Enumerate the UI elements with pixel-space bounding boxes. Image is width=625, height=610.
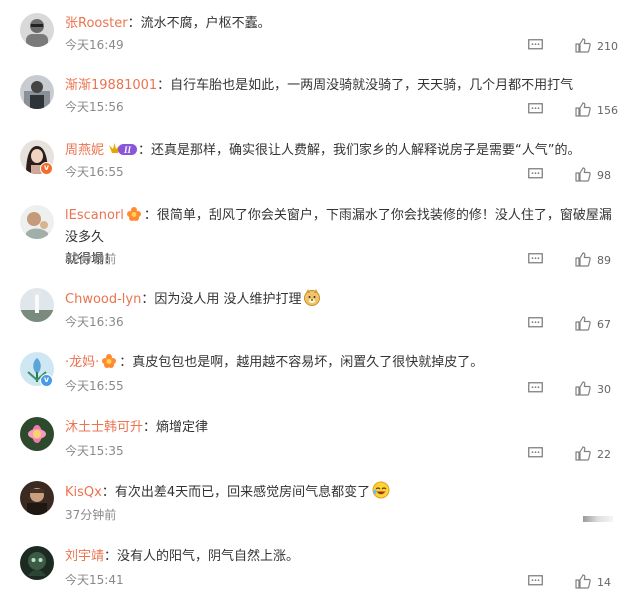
like-count: 156 <box>597 104 618 117</box>
verified-badge-icon: v <box>40 162 53 175</box>
username-link[interactable]: Chwood-lyn <box>65 292 141 307</box>
comment-time: 42分钟前 <box>65 252 117 266</box>
comment-text: ：很简单，刮风了你会关窗户，下雨漏水了你会找装修的修！没人住了，窗破屋漏没多久 <box>65 208 612 245</box>
comment-body: 刘宇靖：没有人的阳气，阴气自然上涨。 <box>65 546 615 568</box>
comment-icon[interactable] <box>528 253 543 265</box>
comment-time: 今天16:49 <box>65 38 124 52</box>
comment-time: 今天15:35 <box>65 444 124 458</box>
comment-text: ：还真是那样，确实很让人费解，我们家乡的人解释说房子是需要“人气”的。 <box>138 143 581 158</box>
like-count: 89 <box>597 254 611 267</box>
thumbs-up-icon[interactable] <box>575 316 591 331</box>
comment-body: 张Rooster：流水不腐，户枢不蠹。 <box>65 13 615 35</box>
avatar[interactable] <box>20 481 54 515</box>
comment-item: 刘宇靖：没有人的阳气，阴气自然上涨。 今天15:41 14 <box>0 546 625 610</box>
comment-item: v 周燕妮 II ：还真是那样，确实很让人费解，我们家乡的人解释说房子是需要“人气”… <box>0 140 625 204</box>
comment-icon[interactable] <box>528 103 543 115</box>
comment-body: 周燕妮 II ：还真是那样，确实很让人费解，我们家乡的人解释说房子是需要“人气”的。 <box>65 140 615 162</box>
username-link[interactable]: KisQx <box>65 485 102 500</box>
like-count: 210 <box>597 40 618 53</box>
username-link[interactable]: 刘宇靖 <box>65 549 104 564</box>
comment-icon[interactable] <box>528 575 543 587</box>
comment-icon[interactable] <box>528 317 543 329</box>
comment-icon[interactable] <box>528 382 543 394</box>
thumbs-up-icon[interactable] <box>575 446 591 461</box>
like-area[interactable] <box>583 516 613 522</box>
avatar[interactable] <box>20 205 54 239</box>
thumbs-up-icon[interactable] <box>575 102 591 117</box>
comment-text: ：真皮包包也是啊，越用越不容易坏，闲置久了很快就掉皮了。 <box>119 355 484 370</box>
username-link[interactable]: 渐渐19881001 <box>65 78 157 93</box>
avatar[interactable] <box>20 75 54 109</box>
like-count: 22 <box>597 448 611 461</box>
comment-text: ：熵增定律 <box>143 420 209 435</box>
username-link[interactable]: 张Rooster <box>65 16 128 31</box>
like-count: 67 <box>597 318 611 331</box>
username-link[interactable]: 沐土士韩可升 <box>65 420 143 435</box>
comment-item: lEscanorl ：很简单，刮风了你会关窗户，下雨漏水了你会找装修的修！没人住了… <box>0 205 625 275</box>
comment-text: ：有次出差4天而已，回来感觉房间气息都变了 <box>101 485 371 500</box>
comment-text: ：没有人的阳气，阴气自然上涨。 <box>104 549 300 564</box>
like-count: 14 <box>597 576 611 589</box>
avatar[interactable] <box>20 13 54 47</box>
comment-icon[interactable] <box>528 39 543 51</box>
doge-emoji-icon <box>304 289 321 306</box>
fan-level-text: II <box>123 145 132 155</box>
avatar[interactable] <box>20 546 54 580</box>
laughing-emoji-icon <box>372 481 390 499</box>
comment-text: ：流水不腐，户枢不蠹。 <box>127 16 271 31</box>
fan-crown-icon: II <box>109 143 138 155</box>
comment-time: 今天15:41 <box>65 573 124 587</box>
thumbs-up-icon[interactable] <box>575 574 591 589</box>
comment-time: 今天15:56 <box>65 100 124 114</box>
like-count: 30 <box>597 383 611 396</box>
comment-item: 沐土士韩可升：熵增定律 今天15:35 22 <box>0 417 625 481</box>
thumbs-up-icon[interactable] <box>575 38 591 53</box>
comment-body: 渐渐19881001：自行车胎也是如此，一两周没骑就没骑了，天天骑，几个月都不用… <box>65 75 615 97</box>
comment-time: 今天16:55 <box>65 165 124 179</box>
comment-time: 今天16:55 <box>65 379 124 393</box>
like-count: 98 <box>597 169 611 182</box>
comment-text: ：因为没人用 没人维护打理 <box>141 292 302 307</box>
username-link[interactable]: 周燕妮 <box>65 143 104 158</box>
username-link[interactable]: ·龙妈· <box>65 355 99 370</box>
member-flower-icon <box>102 354 117 368</box>
username-link[interactable]: lEscanorl <box>65 208 124 223</box>
comment-item: Chwood-lyn：因为没人用 没人维护打理 今天16:36 67 <box>0 288 625 352</box>
avatar[interactable] <box>20 288 54 322</box>
comment-time: 今天16:36 <box>65 315 124 329</box>
comment-text: ：自行车胎也是如此，一两周没骑就没骑了，天天骑，几个月都不用打气 <box>157 78 574 93</box>
comment-item: 渐渐19881001：自行车胎也是如此，一两周没骑就没骑了，天天骑，几个月都不用… <box>0 75 625 139</box>
comment-body: Chwood-lyn：因为没人用 没人维护打理 <box>65 288 615 311</box>
comment-body: KisQx：有次出差4天而已，回来感觉房间气息都变了 <box>65 481 615 504</box>
avatar[interactable] <box>20 417 54 451</box>
comment-item: v ·龙妈· ：真皮包包也是啊，越用越不容易坏，闲置久了很快就掉皮了。 今天16:… <box>0 352 625 416</box>
thumbs-up-icon[interactable] <box>575 252 591 267</box>
comment-icon[interactable] <box>528 168 543 180</box>
comment-body: ·龙妈· ：真皮包包也是啊，越用越不容易坏，闲置久了很快就掉皮了。 <box>65 352 615 374</box>
comment-time: 37分钟前 <box>65 508 117 522</box>
comment-list: 张Rooster：流水不腐，户枢不蠹。 今天16:49 210 渐渐198810… <box>0 0 625 592</box>
comment-body: 沐土士韩可升：熵增定律 <box>65 417 615 439</box>
verified-badge-icon: v <box>40 374 53 387</box>
member-flower-icon <box>126 207 141 221</box>
comment-item: 张Rooster：流水不腐，户枢不蠹。 今天16:49 210 <box>0 13 625 77</box>
thumbs-up-icon[interactable] <box>575 167 591 182</box>
comment-item: KisQx：有次出差4天而已，回来感觉房间气息都变了 37分钟前 <box>0 481 625 545</box>
comment-icon[interactable] <box>528 447 543 459</box>
thumbs-up-icon[interactable] <box>575 381 591 396</box>
